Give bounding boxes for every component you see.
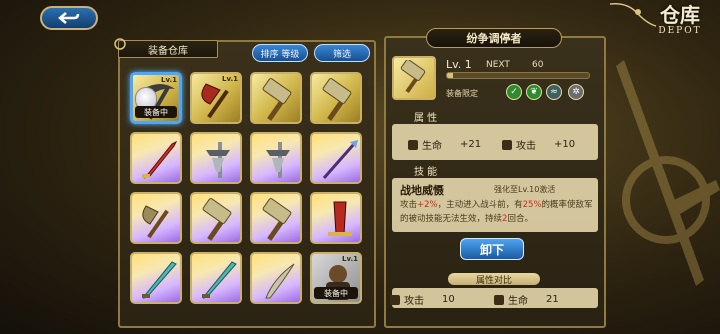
blade-red-icon <box>142 140 178 179</box>
skill-desc-text: ，主动进入战斗前，有 <box>437 200 523 210</box>
compare-hp-value: 21 <box>546 294 559 305</box>
hammer-icon <box>400 60 426 93</box>
skill-requirement: 强化至Lv.10激活 <box>494 185 556 194</box>
inventory-slot[interactable] <box>250 132 302 184</box>
compare-attack-value: 10 <box>442 294 455 305</box>
skill-desc-text: 回合。 <box>507 214 533 224</box>
sword-icon <box>502 139 512 150</box>
greatsword-red-icon <box>328 201 352 236</box>
hammer-icon <box>202 198 232 241</box>
xp-bar <box>446 72 590 79</box>
inventory-slot[interactable] <box>250 192 302 244</box>
next-value: 60 <box>532 60 544 70</box>
inventory-slot[interactable] <box>250 252 302 304</box>
attributes-title-label: 属 性 <box>414 112 438 124</box>
item-portrait <box>392 56 436 100</box>
sword-icon <box>390 294 400 305</box>
next-label: NEXT <box>486 60 510 70</box>
class-gear-icon: ✲ <box>568 84 584 100</box>
title-cn: 仓库 <box>660 3 700 27</box>
twin-blade-icon <box>206 142 230 178</box>
depot-screen: 仓库 DEPOT 装备仓库 排序 等级 筛选 Lv.1 装备中 Lv.1 Lv.1 装备… <box>0 0 720 334</box>
twin-blade-icon <box>266 142 290 178</box>
inventory-slot[interactable] <box>190 252 242 304</box>
stat-attack-name: 攻击 <box>516 141 536 152</box>
inventory-slot[interactable]: Lv.1 装备中 <box>130 72 182 124</box>
inventory-slot[interactable] <box>190 192 242 244</box>
screen-title: 仓库 DEPOT <box>650 4 710 36</box>
inventory-slot[interactable] <box>130 252 182 304</box>
stat-hp-value: +21 <box>460 139 482 150</box>
axe-red-icon <box>201 83 229 119</box>
item-level: Lv. 1 <box>446 58 472 71</box>
compare-title: 属性对比 <box>448 273 540 286</box>
attributes-section-title: 属 性 <box>392 109 598 124</box>
skill-desc-highlight: 25% <box>522 200 542 210</box>
class-sword-icon: ✓ <box>506 84 522 100</box>
equip-limit-label: 装备限定 <box>446 89 478 98</box>
inventory-title-label: 装备仓库 <box>148 45 188 57</box>
compare-attack-name: 攻击 <box>404 296 424 307</box>
decorative-sword-icon <box>616 60 720 286</box>
class-wing-icon: ❦ <box>526 84 542 100</box>
stat-hp-name: 生命 <box>422 141 442 152</box>
stat-hp: 生命 +21 <box>408 137 481 152</box>
inventory-slot[interactable] <box>130 192 182 244</box>
sort-button[interactable]: 排序 等级 <box>252 44 308 62</box>
spear-purple-icon <box>322 140 358 179</box>
slot-level: Lv.1 <box>222 75 238 83</box>
inventory-slot[interactable] <box>310 72 362 124</box>
title-en: DEPOT <box>658 26 702 36</box>
inventory-slot[interactable] <box>310 132 362 184</box>
hammer-icon <box>262 78 292 121</box>
inventory-slot[interactable]: Lv.1 装备中 <box>310 252 362 304</box>
inventory-title: 装备仓库 <box>114 38 218 58</box>
back-button[interactable] <box>40 6 98 30</box>
hammer-icon <box>322 78 352 121</box>
slot-level: Lv.1 <box>161 76 177 84</box>
inventory-slot[interactable] <box>310 192 362 244</box>
sword-curved-icon <box>265 263 295 299</box>
ornament-icon <box>114 38 126 50</box>
back-arrow-icon <box>58 12 80 24</box>
skill-desc-text: 攻击 <box>400 200 418 210</box>
compare-hp-name: 生命 <box>508 296 528 307</box>
stat-attack: 攻击 +10 <box>502 137 575 152</box>
xp-bar-fill <box>447 73 453 78</box>
slot-level: Lv.1 <box>342 255 358 263</box>
sword-teal-icon <box>142 261 177 300</box>
skill-name: 战地威慑 <box>400 184 444 197</box>
item-name: 纷争调停者 <box>426 28 562 48</box>
heart-icon <box>494 294 504 305</box>
inventory-slot[interactable] <box>130 132 182 184</box>
skill-description: 攻击+2%，主动进入战斗前，有25%的概率使敌军的被动技能无法生效，持续2回合。 <box>400 198 596 226</box>
sword-teal-icon <box>202 261 237 300</box>
heart-icon <box>408 139 418 150</box>
class-wave-icon: ≈ <box>546 84 562 100</box>
inventory-slot[interactable] <box>250 72 302 124</box>
hammer-icon <box>262 198 292 241</box>
skills-section-title: 技 能 <box>392 163 598 178</box>
inventory-slot[interactable]: Lv.1 <box>190 72 242 124</box>
compare-attack: 攻击 10 <box>390 292 455 307</box>
axe-icon <box>142 205 169 239</box>
unequip-button[interactable]: 卸下 <box>460 238 524 260</box>
equipped-badge: 装备中 <box>135 106 177 118</box>
skills-title-label: 技 能 <box>414 166 438 178</box>
compare-hp: 生命 21 <box>494 292 559 307</box>
equipped-badge: 装备中 <box>314 287 358 299</box>
skill-desc-highlight: +2% <box>417 200 438 210</box>
filter-button[interactable]: 筛选 <box>314 44 370 62</box>
stat-attack-value: +10 <box>554 139 576 150</box>
inventory-slot[interactable] <box>190 132 242 184</box>
